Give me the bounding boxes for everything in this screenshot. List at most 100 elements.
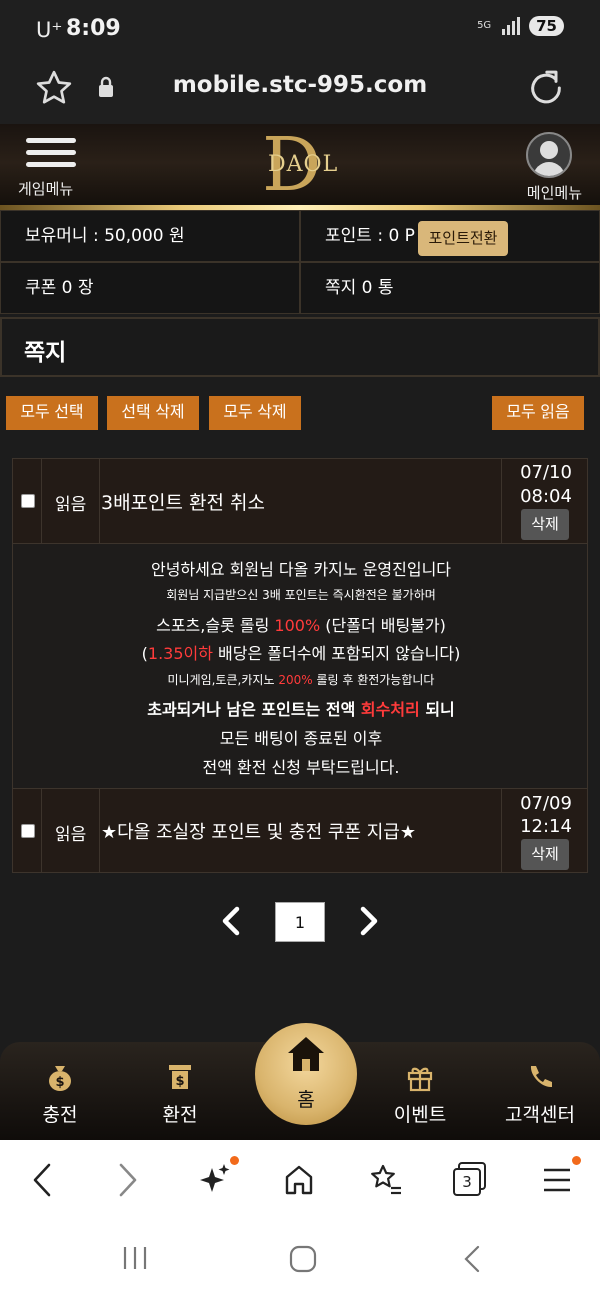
nav-support-label: 고객센터 [505, 1104, 575, 1126]
prev-page-icon[interactable] [220, 906, 242, 936]
message-date: 07/10 [520, 462, 572, 483]
body-line: 안녕하세요 회원님 다올 카지노 운영진입니다 [150, 560, 452, 579]
body-highlight: 회수처리 [360, 700, 420, 719]
message-subject[interactable]: 3배포인트 환전 취소 [101, 488, 265, 515]
divider [501, 789, 502, 872]
body-highlight: 1.35이하 [147, 644, 213, 663]
message-status: 읽음 [55, 825, 87, 845]
home-icon [288, 1037, 324, 1071]
read-all-button[interactable]: 모두 읽음 [492, 396, 584, 430]
coupon-count[interactable]: 쿠폰 0 장 [0, 262, 300, 314]
signal-icon [502, 17, 521, 35]
body-text: 스포츠,슬롯 롤링 [156, 616, 275, 635]
back-icon[interactable] [30, 1162, 54, 1198]
body-line: 스포츠,슬롯 롤링 100% (단폴더 배팅불가) [13, 612, 589, 636]
notification-dot [572, 1156, 581, 1165]
convert-points-button[interactable]: 포인트전환 [418, 221, 508, 256]
body-line: 초과되거나 남은 포인트는 전액 회수처리 되니 [13, 696, 589, 720]
nav-event-label: 이벤트 [393, 1104, 447, 1126]
message-time: 08:04 [520, 486, 572, 507]
status-icons: 5G 75 [475, 16, 564, 36]
svg-text:$: $ [175, 1074, 184, 1089]
body-text: (단폴더 배팅불가) [320, 616, 446, 635]
point-balance: 포인트 : 0 P [325, 226, 415, 246]
reload-icon[interactable] [526, 68, 566, 108]
money-bag-icon: $ [49, 1066, 71, 1091]
nav-home-button[interactable]: 홈 [255, 1023, 357, 1125]
browser-address-bar: mobile.stc-995.com [0, 58, 600, 124]
nav-event[interactable]: 이벤트 [370, 1062, 470, 1127]
site-header: 게임메뉴 D DAOL 메인메뉴 [0, 124, 600, 210]
gift-icon [407, 1067, 433, 1092]
body-text: 되니 [419, 700, 455, 719]
account-summary: 보유머니 : 50,000 원 포인트 : 0 P 포인트전환 쿠폰 0 장 쪽… [0, 210, 600, 314]
body-highlight: 100% [274, 616, 321, 635]
nav-deposit-label: 충전 [42, 1104, 78, 1126]
logo-text[interactable]: DAOL [268, 152, 338, 177]
sparkle-icon[interactable] [198, 1162, 232, 1198]
network-indicator: 5G [477, 20, 492, 31]
notification-dot [230, 1156, 239, 1165]
body-line: 미니게임,토큰,카지노 200% 롤링 후 환전가능합니다 [13, 671, 589, 688]
tabs-icon[interactable]: 3 [452, 1162, 488, 1198]
body-line: 회원님 지급받으신 3배 포인트는 즉시환전은 불가하며 [166, 588, 436, 602]
body-text: 롤링 후 환전가능합니다 [312, 673, 435, 687]
money-balance: 보유머니 : 50,000 원 [0, 210, 300, 262]
divider [99, 789, 100, 872]
user-avatar-icon[interactable] [526, 132, 572, 178]
message-checkbox[interactable] [21, 824, 35, 838]
nav-support[interactable]: 고객센터 [490, 1062, 590, 1127]
body-highlight: 200% [278, 673, 313, 687]
next-page-icon[interactable] [358, 906, 380, 936]
svg-text:$: $ [55, 1075, 64, 1090]
message-body: 안녕하세요 회원님 다올 카지노 운영진입니다 회원님 지급받으신 3배 포인트… [12, 543, 588, 789]
home-nav-icon[interactable] [288, 1244, 318, 1274]
battery-indicator: 75 [529, 16, 564, 36]
body-line: (1.35이하 배당은 폴더수에 포함되지 않습니다) [13, 640, 589, 664]
message-row[interactable]: 읽음 3배포인트 환전 취소 07/10 08:04 삭제 [12, 458, 588, 544]
message-row[interactable]: 읽음 ★다올 조실장 포인트 및 충전 쿠폰 지급★ 07/09 12:14 삭… [12, 788, 588, 873]
message-status: 읽음 [55, 495, 87, 515]
cash-register-icon: $ [169, 1065, 191, 1089]
body-text: 초과되거나 남은 포인트는 전액 [147, 700, 361, 719]
page-title: 쪽지 [24, 340, 67, 366]
clock: 8:09 [66, 16, 121, 41]
tab-count: 3 [453, 1168, 481, 1196]
phone-icon [530, 1066, 552, 1088]
page-number-current[interactable]: 1 [275, 902, 325, 942]
divider [99, 459, 100, 543]
page-title-box: 쪽지 [0, 317, 600, 377]
main-menu-label[interactable]: 메인메뉴 [527, 182, 582, 203]
body-text: 미니게임,토큰,카지노 [167, 673, 279, 687]
nav-deposit[interactable]: $ 충전 [10, 1062, 110, 1127]
body-text: 배당은 폴더수에 포함되지 않습니다) [212, 644, 461, 663]
delete-all-button[interactable]: 모두 삭제 [209, 396, 301, 430]
back-nav-icon[interactable] [460, 1244, 484, 1274]
message-checkbox[interactable] [21, 494, 35, 508]
delete-message-button[interactable]: 삭제 [521, 509, 569, 540]
divider [501, 459, 502, 543]
divider [41, 789, 42, 872]
forward-icon[interactable] [116, 1162, 140, 1198]
url-text[interactable]: mobile.stc-995.com [0, 72, 600, 98]
body-line: 모든 배팅이 종료된 이후 [219, 729, 383, 748]
system-navigation-bar [0, 1224, 600, 1300]
body-line: 전액 환전 신청 부탁드립니다. [202, 758, 400, 777]
carrier-label: U⁺ [36, 18, 63, 42]
recent-apps-icon[interactable] [120, 1244, 150, 1272]
nav-home-label: 홈 [297, 1089, 315, 1111]
delete-message-button[interactable]: 삭제 [521, 839, 569, 870]
divider [41, 459, 42, 543]
delete-selected-button[interactable]: 선택 삭제 [107, 396, 199, 430]
select-all-button[interactable]: 모두 선택 [6, 396, 98, 430]
nav-withdraw[interactable]: $ 환전 [130, 1062, 230, 1127]
game-menu-label[interactable]: 게임메뉴 [18, 178, 73, 199]
nav-withdraw-label: 환전 [162, 1104, 198, 1126]
hamburger-menu-icon[interactable] [26, 138, 76, 174]
message-subject[interactable]: ★다올 조실장 포인트 및 충전 쿠폰 지급★ [101, 818, 416, 844]
note-count[interactable]: 쪽지 0 통 [300, 262, 600, 314]
message-time: 12:14 [520, 816, 572, 837]
home-browser-icon[interactable] [283, 1162, 315, 1198]
menu-icon[interactable] [542, 1162, 572, 1198]
bookmarks-icon[interactable] [367, 1162, 403, 1198]
